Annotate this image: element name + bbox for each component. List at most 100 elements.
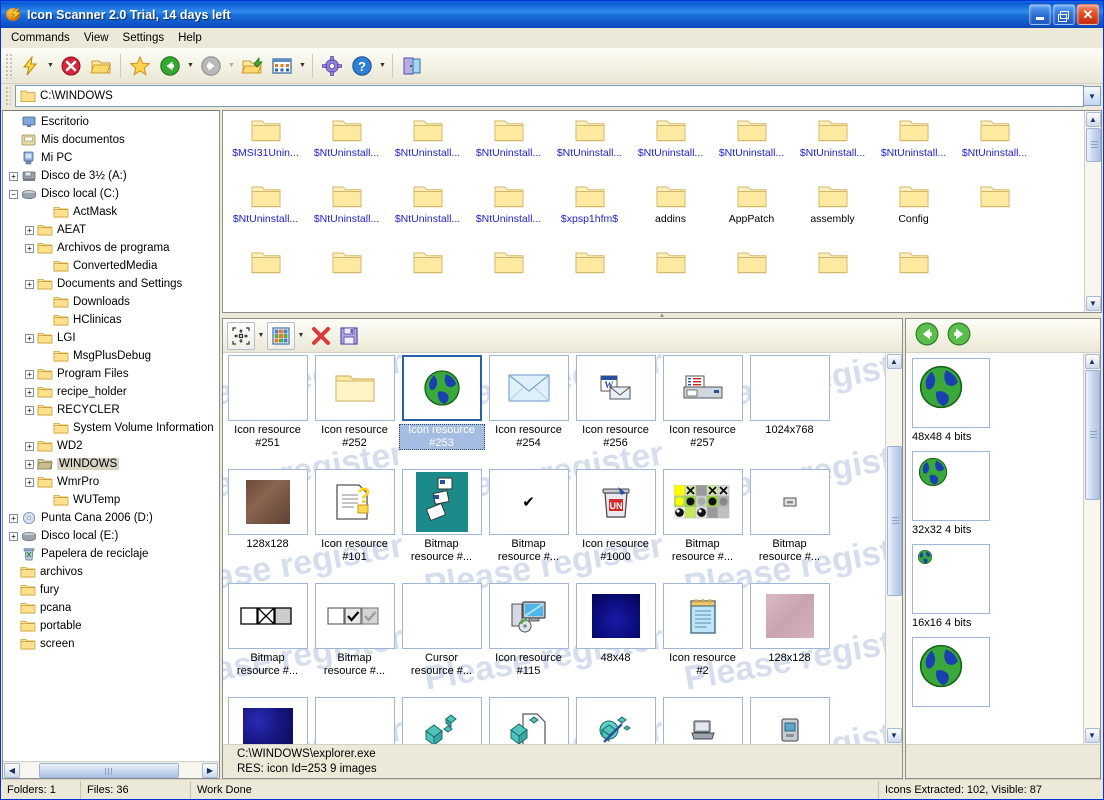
- expand-icon[interactable]: +: [25, 333, 34, 343]
- tree-item-punta-cana-2006-d[interactable]: + Punta Cana 2006 (D:): [6, 509, 219, 527]
- icon-result-item[interactable]: [485, 695, 572, 744]
- icon-thumbnail[interactable]: [401, 355, 482, 421]
- icon-result-item[interactable]: Bitmap resource #...: [659, 467, 746, 581]
- folder-item[interactable]: [306, 249, 387, 312]
- options-button[interactable]: [317, 51, 347, 81]
- icon-thumbnail[interactable]: [488, 583, 569, 649]
- tree-item-pcana[interactable]: pcana: [6, 599, 219, 617]
- icon-thumbnail[interactable]: ✔: [488, 469, 569, 535]
- folder-item[interactable]: $NtUninstall...: [468, 117, 549, 183]
- folder-item[interactable]: $MSI31Unin...: [225, 117, 306, 183]
- preview-thumbnail[interactable]: [912, 637, 990, 707]
- tree-item-system-volume-information[interactable]: System Volume Information: [6, 419, 219, 437]
- forward-dropdown-arrow[interactable]: ▼: [226, 51, 237, 81]
- tree-item-actmask[interactable]: ActMask: [6, 203, 219, 221]
- preview-item[interactable]: 16x16 4 bits: [912, 544, 1083, 629]
- folder-item[interactable]: assembly: [792, 183, 873, 249]
- folder-item[interactable]: [792, 249, 873, 312]
- preview-list[interactable]: 48x48 4 bits 32x32 4 bits 16x16 4 bits: [906, 353, 1083, 744]
- icon-result-item[interactable]: » Icon resource#251: [224, 353, 311, 467]
- scroll-track[interactable]: [21, 762, 201, 778]
- icons-grid-scrollbar[interactable]: ▲ ▼: [885, 353, 902, 744]
- scroll-up-button[interactable]: ▲: [886, 354, 902, 369]
- address-input[interactable]: C:\WINDOWS: [15, 85, 1084, 107]
- scroll-thumb[interactable]: [1085, 128, 1101, 162]
- icon-thumbnail[interactable]: [575, 697, 656, 744]
- folder-item[interactable]: [630, 249, 711, 312]
- tree-item-portable[interactable]: portable: [6, 617, 219, 635]
- expand-icon[interactable]: +: [25, 225, 34, 235]
- icon-result-item[interactable]: Icon resource #115: [485, 581, 572, 695]
- icon-result-item[interactable]: 48x48: [572, 581, 659, 695]
- icon-result-item[interactable]: Icon resource #2: [659, 581, 746, 695]
- icon-result-item[interactable]: Icon resource #257: [659, 353, 746, 467]
- icon-result-item[interactable]: [746, 695, 833, 744]
- expand-icon[interactable]: +: [25, 405, 34, 415]
- tree-horizontal-scrollbar[interactable]: ◀ ▶: [3, 761, 219, 778]
- icon-thumbnail[interactable]: [227, 697, 308, 744]
- folder-item[interactable]: $NtUninstall...: [468, 183, 549, 249]
- folder-item[interactable]: addins: [630, 183, 711, 249]
- folder-grid-scrollbar[interactable]: ▲ ▼: [1084, 111, 1101, 312]
- tree-item-lgi[interactable]: + LGI: [6, 329, 219, 347]
- tree-item-wmrpro[interactable]: + WmrPro: [6, 473, 219, 491]
- folder-item[interactable]: [873, 249, 954, 312]
- tree-item-convertedmedia[interactable]: ConvertedMedia: [6, 257, 219, 275]
- icon-thumbnail[interactable]: [488, 697, 569, 744]
- icon-result-item[interactable]: ? Icon resource #101: [311, 467, 398, 581]
- tree-item-fury[interactable]: fury: [6, 581, 219, 599]
- address-dropdown-button[interactable]: ▼: [1084, 86, 1101, 106]
- scroll-thumb[interactable]: [1084, 370, 1100, 500]
- icon-result-item[interactable]: 128x128: [224, 467, 311, 581]
- expand-icon[interactable]: +: [25, 369, 34, 379]
- folder-item[interactable]: $NtUninstall...: [954, 117, 1035, 183]
- expand-icon[interactable]: +: [25, 279, 34, 289]
- icon-result-item[interactable]: Icon resource #254: [485, 353, 572, 467]
- menu-view[interactable]: View: [77, 30, 116, 46]
- icon-thumbnail[interactable]: UN: [575, 469, 656, 535]
- open-folder-button[interactable]: [86, 51, 116, 81]
- icon-thumbnail[interactable]: [662, 697, 743, 744]
- folder-tree[interactable]: Escritorio Mis documentos Mi PC + Disco de 3…: [3, 111, 219, 761]
- tree-item-papelera-de-reciclaje[interactable]: Papelera de reciclaje: [6, 545, 219, 563]
- tree-item-documents-and-settings[interactable]: + Documents and Settings: [6, 275, 219, 293]
- tree-item-downloads[interactable]: Downloads: [6, 293, 219, 311]
- icon-result-item[interactable]: Bitmap resource #...: [224, 581, 311, 695]
- expand-icon[interactable]: +: [25, 459, 34, 469]
- folder-item[interactable]: [711, 249, 792, 312]
- icon-thumbnail[interactable]: [314, 583, 395, 649]
- fit-size-dropdown-arrow[interactable]: ▼: [255, 322, 267, 350]
- icon-result-item[interactable]: UN Icon resource #1000: [572, 467, 659, 581]
- tree-item-escritorio[interactable]: Escritorio: [6, 113, 219, 131]
- tree-item-archivos[interactable]: archivos: [6, 563, 219, 581]
- folder-item[interactable]: $NtUninstall...: [387, 117, 468, 183]
- preview-forward-button[interactable]: [946, 321, 972, 350]
- folder-item[interactable]: $NtUninstall...: [792, 117, 873, 183]
- folder-item[interactable]: $NtUninstall...: [549, 117, 630, 183]
- tree-item-screen[interactable]: screen: [6, 635, 219, 653]
- up-folder-button[interactable]: [237, 51, 267, 81]
- icon-result-item[interactable]: [572, 695, 659, 744]
- icon-result-item[interactable]: [398, 695, 485, 744]
- color-depth-button[interactable]: [267, 321, 295, 350]
- view-mode-dropdown-arrow[interactable]: ▼: [297, 51, 308, 81]
- folder-item[interactable]: $NtUninstall...: [225, 183, 306, 249]
- tree-item-program-files[interactable]: + Program Files: [6, 365, 219, 383]
- icon-thumbnail[interactable]: [227, 469, 308, 535]
- icon-result-item[interactable]: 1024x768: [746, 353, 833, 467]
- color-depth-dropdown-arrow[interactable]: ▼: [295, 322, 307, 350]
- icon-result-item[interactable]: Cursor resource #...: [398, 581, 485, 695]
- tree-item-disco-de-3-a[interactable]: + Disco de 3½ (A:): [6, 167, 219, 185]
- tree-item-aeat[interactable]: + AEAT: [6, 221, 219, 239]
- maximize-restore-button[interactable]: [1053, 4, 1075, 25]
- favorites-button[interactable]: [125, 51, 155, 81]
- folder-item[interactable]: [549, 249, 630, 312]
- expand-icon[interactable]: +: [25, 441, 34, 451]
- icon-thumbnail[interactable]: »: [227, 355, 308, 421]
- preview-thumbnail[interactable]: [912, 451, 990, 521]
- icon-thumbnail[interactable]: [488, 355, 569, 421]
- scroll-thumb[interactable]: [886, 446, 902, 596]
- icon-thumbnail[interactable]: [749, 355, 830, 421]
- menu-help[interactable]: Help: [171, 30, 209, 46]
- scroll-track[interactable]: [1084, 370, 1100, 727]
